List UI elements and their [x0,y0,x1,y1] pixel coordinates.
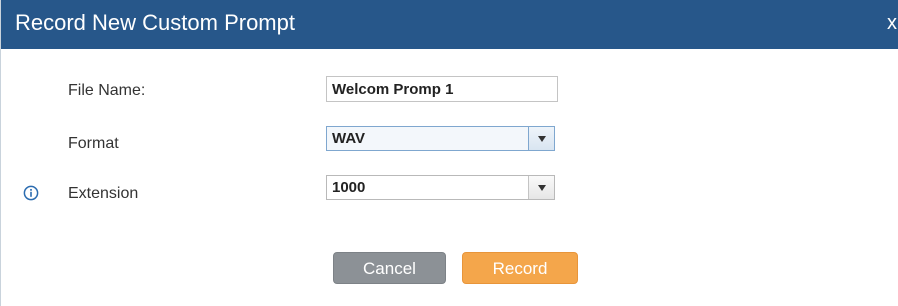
chevron-down-icon [538,185,546,191]
record-button[interactable]: Record [462,252,578,284]
format-selected-value: WAV [332,130,366,147]
extension-label: Extension [68,185,139,202]
format-select[interactable]: WAV [326,126,555,151]
file-name-label: File Name: [68,82,146,99]
format-dropdown-button[interactable] [528,127,554,150]
extension-dropdown-button[interactable] [528,176,554,199]
chevron-down-icon [538,136,546,142]
dialog-title: Record New Custom Prompt [15,10,295,35]
record-prompt-dialog: Record New Custom Prompt x File Name: Fo… [0,0,898,306]
extension-selected-value: 1000 [332,179,366,196]
info-circle-icon[interactable] [23,185,39,201]
file-name-input[interactable] [326,76,558,102]
format-label: Format [68,135,119,152]
dialog-titlebar: Record New Custom Prompt x [1,0,898,49]
close-icon[interactable]: x [887,11,898,35]
cancel-button[interactable]: Cancel [333,252,446,284]
extension-select[interactable]: 1000 [326,175,555,200]
